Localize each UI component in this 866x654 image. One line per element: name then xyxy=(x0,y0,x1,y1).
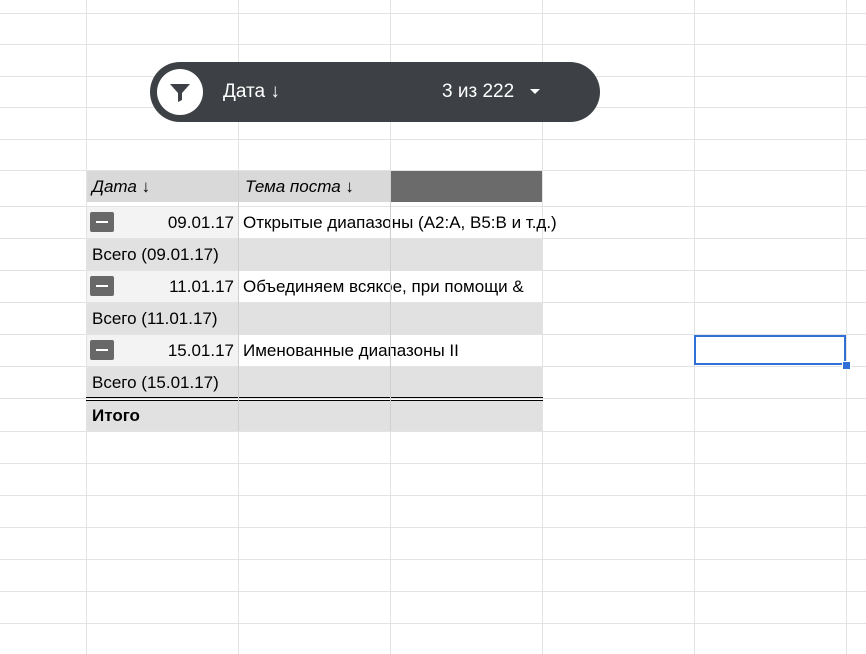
caret-down-icon[interactable] xyxy=(530,89,540,94)
grid-column-line xyxy=(846,0,847,654)
selected-cell[interactable] xyxy=(694,335,846,365)
filter-label: Дата ↓ xyxy=(223,81,280,102)
grid-column-line xyxy=(694,0,695,654)
total-divider xyxy=(86,397,543,398)
pivot-topic-value: Объединяем всякое, при помощи & xyxy=(243,277,524,296)
grid-row-line xyxy=(0,623,866,624)
pivot-subtotal-label: Всего (11.01.17) xyxy=(92,309,218,328)
filter-icon[interactable] xyxy=(157,69,203,115)
grid-row-line xyxy=(0,139,866,140)
pivot-header-topic[interactable]: Тема поста ↓ xyxy=(239,171,390,202)
grid-row-line xyxy=(0,527,866,528)
pivot-subtotal-label: Всего (15.01.17) xyxy=(92,373,219,392)
collapse-icon[interactable] xyxy=(90,276,114,296)
grid-row-line xyxy=(0,431,866,432)
grid-row-line xyxy=(0,495,866,496)
collapse-icon[interactable] xyxy=(90,340,114,360)
pivot-grand-total-label: Итого xyxy=(92,406,140,425)
pivot-header-empty xyxy=(391,171,542,202)
pivot-date-value: 11.01.17 xyxy=(169,277,234,296)
collapse-icon[interactable] xyxy=(90,212,114,232)
grid-row-line xyxy=(0,44,866,45)
grid-row-line xyxy=(0,463,866,464)
pivot-topic-value: Открытые диапазоны (A2:A, B5:B и т.д.) xyxy=(243,213,557,232)
filter-bar[interactable]: Дата ↓ 3 из 222 xyxy=(150,62,600,122)
pivot-date-value: 09.01.17 xyxy=(167,213,234,232)
pivot-subtotal-label: Всего (09.01.17) xyxy=(92,245,219,264)
pivot-col-separator xyxy=(238,171,239,431)
pivot-date-value: 15.01.17 xyxy=(167,341,234,360)
grid-row-line xyxy=(0,13,866,14)
pivot-topic-value: Именованные диапазоны II xyxy=(243,341,459,360)
pivot-header-date[interactable]: Дата ↓ xyxy=(87,171,238,202)
filter-count[interactable]: 3 из 222 xyxy=(442,81,514,103)
grid-row-line xyxy=(0,398,866,399)
pivot-grand-total-row xyxy=(87,401,542,431)
grid-row-line xyxy=(0,559,866,560)
grid-row-line xyxy=(0,591,866,592)
pivot-col-separator xyxy=(390,171,391,431)
fill-handle[interactable] xyxy=(842,361,851,370)
